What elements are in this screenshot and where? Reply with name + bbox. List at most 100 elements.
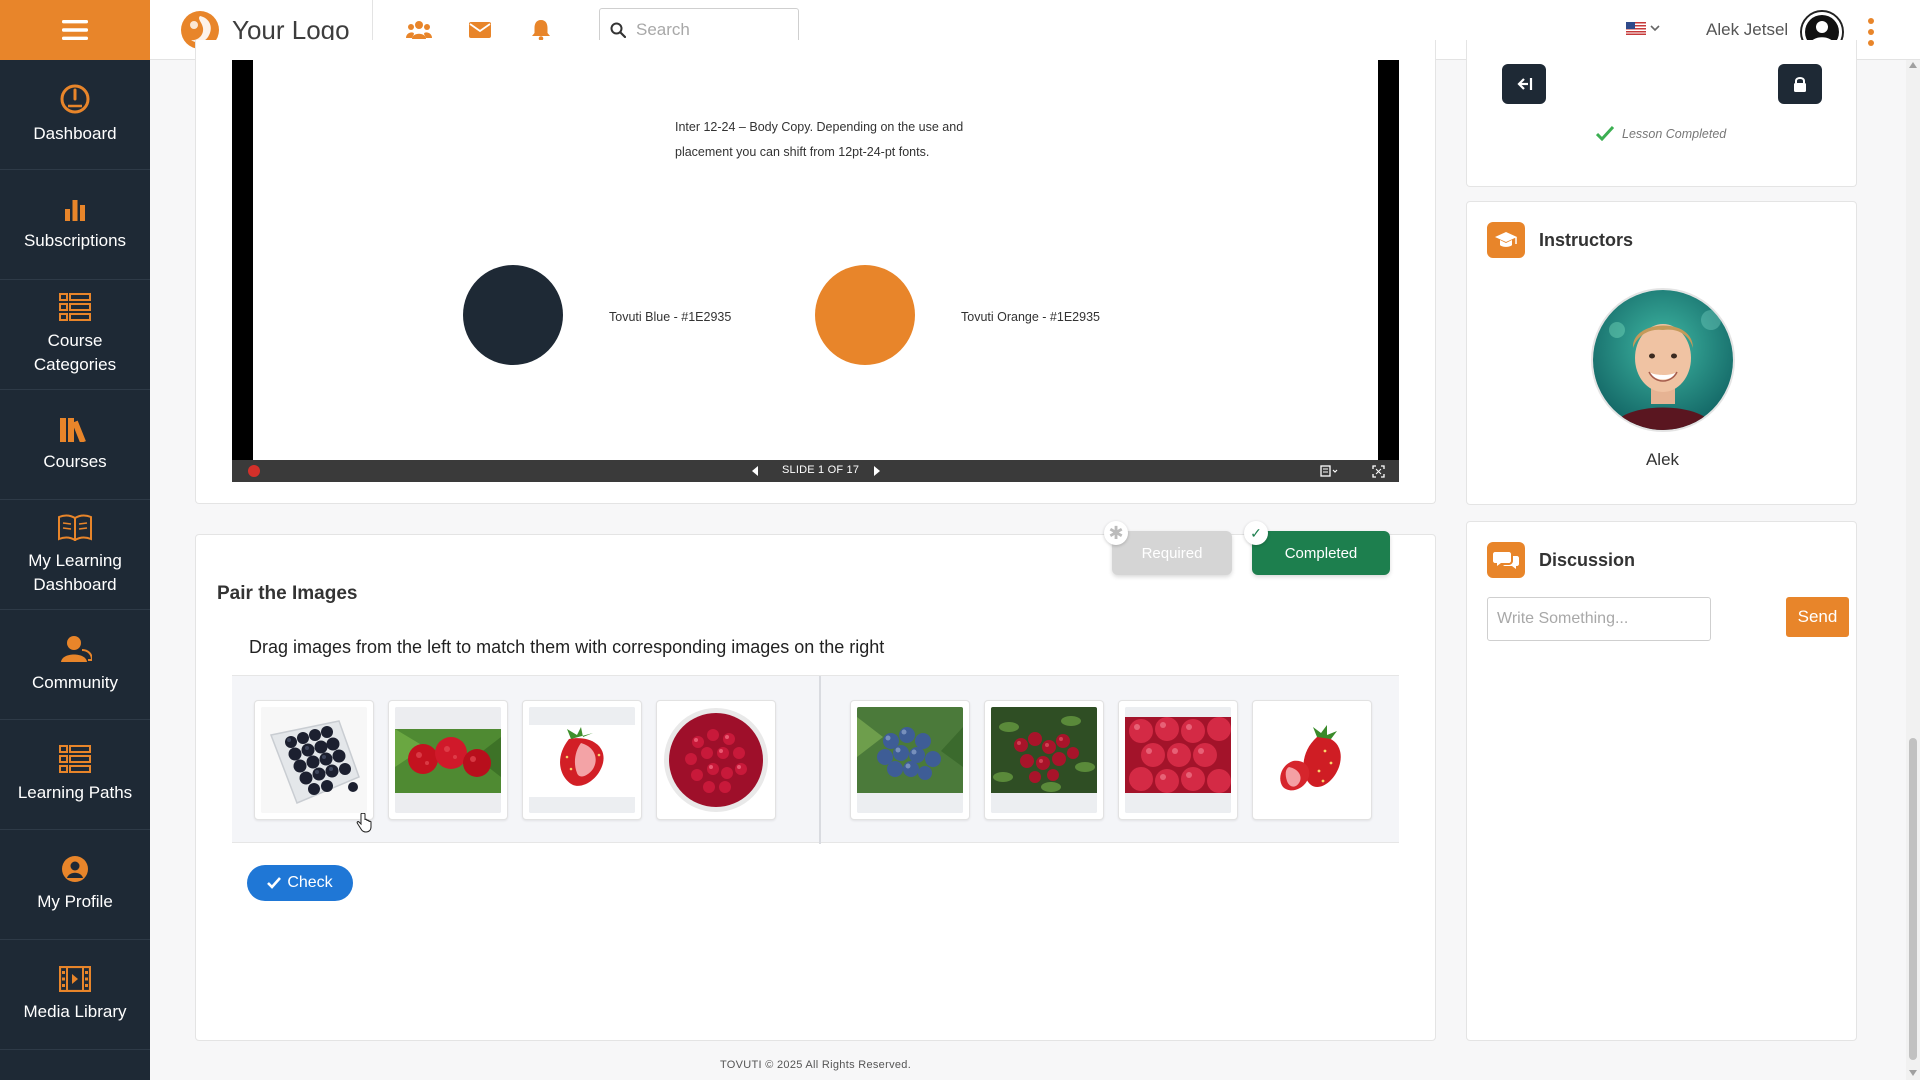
user-name[interactable]: Alek Jetsel [1706, 20, 1788, 40]
check-icon [267, 877, 282, 889]
color-swatch-orange [815, 265, 915, 365]
draggable-image-strawberry-half[interactable] [522, 700, 642, 820]
sidebar-item-subscriptions[interactable]: Subscriptions [0, 170, 150, 280]
target-image-blueberries-bush[interactable] [850, 700, 970, 820]
arrow-left-to-line-icon [1517, 78, 1533, 90]
sidebar-item-media-library[interactable]: Media Library [0, 940, 150, 1050]
us-flag-icon [1626, 22, 1646, 35]
color-swatch-blue [463, 265, 563, 365]
sidebar-item-label: Courses [43, 451, 107, 471]
slide-counter: SLIDE 1 OF 17 [782, 464, 860, 476]
target-image-strawberries[interactable] [1252, 700, 1372, 820]
kebab-dot-icon [1868, 40, 1874, 46]
open-book-icon [58, 514, 92, 541]
send-button[interactable]: Send [1786, 597, 1849, 637]
next-slide-icon[interactable] [872, 465, 882, 477]
instructors-header: Instructors [1487, 222, 1633, 258]
next-lesson-locked-button[interactable] [1778, 64, 1822, 104]
notes-toggle-icon[interactable] [1320, 465, 1340, 477]
bar-chart-icon [65, 199, 85, 221]
search-input[interactable] [634, 19, 788, 41]
required-label: Required [1141, 544, 1203, 562]
lesson-navigation-card: Lesson Completed [1466, 40, 1857, 187]
sidebar-item-learning-paths[interactable]: Learning Paths [0, 720, 150, 830]
sidebar-item-dashboard[interactable]: Dashboard [0, 60, 150, 170]
scrollbar-thumb[interactable] [1909, 738, 1917, 1060]
hand-cursor-icon [356, 813, 372, 833]
chat-bubbles-icon [1487, 542, 1525, 578]
swatch-label-orange: Tovuti Orange - #1E2935 [961, 310, 1100, 324]
target-image-raspberries-pile[interactable] [1118, 700, 1238, 820]
completed-label: Completed [1284, 544, 1358, 562]
sidebar-item-label: My Profile [37, 891, 113, 911]
scroll-down-icon[interactable] [1909, 1070, 1917, 1076]
strawberries-image [1259, 707, 1365, 813]
list-icon [59, 744, 91, 773]
activity-instruction: Drag images from the left to match them … [249, 637, 885, 657]
fullscreen-icon[interactable] [1372, 465, 1385, 478]
hamburger-icon [62, 20, 88, 40]
sidebar-item-my-profile[interactable]: My Profile [0, 830, 150, 940]
discussion-input[interactable] [1487, 597, 1711, 641]
activity-title: Pair the Images [217, 583, 358, 604]
page-scrollbar[interactable] [1906, 60, 1920, 1080]
green-check-icon [1596, 126, 1614, 141]
raspberries-pile-image [1125, 707, 1231, 813]
instructors-title: Instructors [1539, 229, 1634, 250]
matching-area [232, 675, 1399, 844]
discussion-title: Discussion [1539, 549, 1636, 570]
blueberries-bush-image [857, 707, 963, 813]
draggable-image-pomegranate-seeds[interactable] [656, 700, 776, 820]
swatch-label-blue: Tovuti Blue - #1E2935 [609, 310, 732, 324]
language-selector[interactable] [1626, 22, 1660, 35]
strawberry-half-image [529, 707, 635, 813]
list-icon [59, 292, 91, 321]
lesson-status: Lesson Completed [1596, 126, 1726, 141]
more-options-button[interactable] [1864, 18, 1878, 46]
sidebar-item-label: Dashboard [33, 123, 117, 143]
powerpoint-icon [248, 465, 260, 477]
users-icon [406, 21, 432, 39]
target-image-cranberries-plant[interactable] [984, 700, 1104, 820]
completed-badge: ✓ Completed [1244, 521, 1390, 575]
sidebar-item-courses[interactable]: Courses [0, 390, 150, 500]
instructors-card: Instructors Alek [1466, 201, 1857, 505]
slide-frame: Inter 12-24 – Body Copy. Depending on th… [232, 60, 1399, 482]
discussion-card: Discussion Send [1466, 521, 1857, 1041]
sidebar-item-course-categories[interactable]: Course Categories [0, 280, 150, 390]
graduation-cap-icon [1487, 222, 1525, 258]
instructor-name[interactable]: Alek [1467, 450, 1858, 470]
sidebar-item-label: Learning Paths [17, 782, 133, 802]
pair-images-card: ✱ Required ✓ Completed Pair the Images D… [195, 521, 1436, 1041]
raspberries-plant-image [395, 707, 501, 813]
draggable-image-raspberries-plant[interactable] [388, 700, 508, 820]
scroll-up-icon[interactable] [1909, 62, 1917, 68]
kebab-dot-icon [1868, 18, 1874, 24]
lock-icon [1794, 76, 1806, 92]
sidebar-item-label: My Learning Dashboard [28, 550, 122, 594]
chevron-down-icon [1650, 25, 1660, 32]
film-icon [59, 965, 91, 992]
slide-body-text: Inter 12-24 – Body Copy. Depending on th… [675, 120, 964, 159]
draggable-image-blueberries-box[interactable] [254, 700, 374, 820]
user-circle-icon [62, 855, 88, 882]
instructor-avatar[interactable] [1591, 288, 1735, 432]
check-button-label: Check [287, 874, 333, 891]
previous-lesson-button[interactable] [1502, 64, 1546, 104]
gauge-icon [60, 84, 90, 113]
sidebar-item-label: Community [32, 672, 118, 692]
prev-slide-icon[interactable] [750, 465, 760, 477]
slide-viewer-card: Inter 12-24 – Body Copy. Depending on th… [195, 40, 1436, 504]
user-group-icon [61, 635, 92, 662]
books-icon [60, 417, 86, 442]
sidebar-item-my-learning-dashboard[interactable]: My Learning Dashboard [0, 500, 150, 610]
menu-toggle-button[interactable] [0, 0, 150, 60]
slide-content: Inter 12-24 – Body Copy. Depending on th… [253, 60, 1378, 460]
required-badge: ✱ Required [1104, 521, 1232, 575]
asterisk-icon: ✱ [1104, 521, 1128, 545]
pomegranate-seeds-image [663, 707, 769, 813]
search-icon [610, 22, 626, 38]
kebab-dot-icon [1868, 29, 1874, 35]
check-button[interactable]: Check [247, 865, 353, 901]
sidebar-item-community[interactable]: Community [0, 610, 150, 720]
